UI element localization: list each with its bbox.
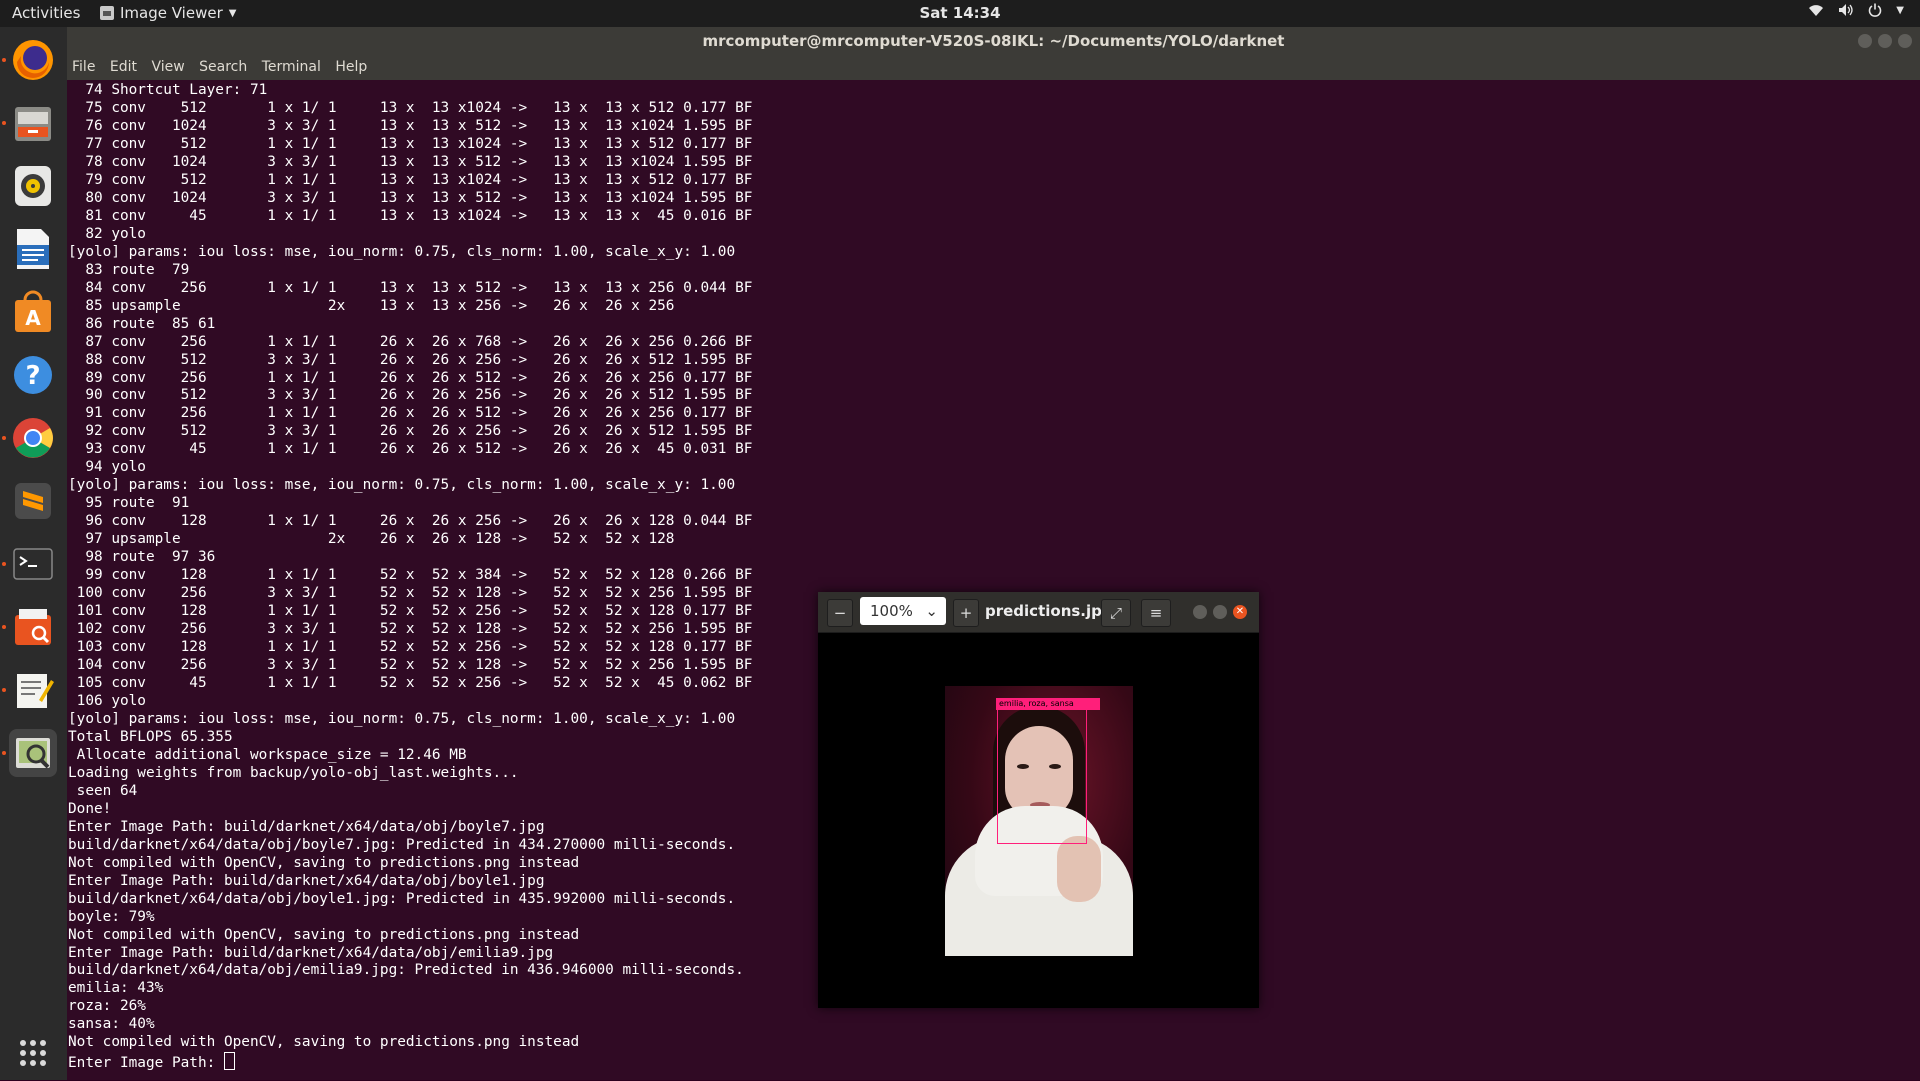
running-indicator	[2, 562, 6, 566]
zoom-out-button[interactable]: −	[827, 599, 853, 627]
menu-help[interactable]: Help	[335, 55, 367, 80]
svg-text:?: ?	[25, 361, 40, 391]
menu-search[interactable]: Search	[199, 55, 247, 80]
terminal-icon	[13, 548, 53, 580]
image-viewer-icon	[16, 738, 50, 769]
zoom-out-icon: −	[833, 604, 847, 622]
chevron-down-icon: ⌄	[925, 602, 938, 620]
maximize-button[interactable]	[1878, 34, 1892, 48]
zoom-level-select[interactable]: 100% ⌄	[860, 597, 946, 625]
close-button[interactable]: ✕	[1233, 605, 1247, 619]
text-cursor	[223, 1052, 235, 1071]
minimize-button[interactable]	[1193, 605, 1207, 619]
software-center-icon: A	[15, 290, 51, 332]
firefox-icon	[13, 40, 53, 80]
dock-item-software[interactable]: A	[9, 288, 57, 336]
fullscreen-icon: ⤢	[1109, 604, 1122, 622]
top-bar: Activities Image Viewer ▼ Sat 14:34 ▼	[0, 0, 1920, 27]
chrome-icon	[13, 418, 53, 458]
detection-bounding-box	[997, 708, 1087, 844]
sublime-icon	[15, 483, 51, 519]
system-tray[interactable]: ▼	[1808, 3, 1904, 17]
detection-label: emilia, roza, sansa	[996, 698, 1100, 710]
rhythmbox-icon	[15, 166, 51, 206]
terminal-title: mrcomputer@mrcomputer-V520S-08IKL: ~/Doc…	[702, 32, 1285, 50]
activities-button[interactable]: Activities	[12, 4, 80, 22]
volume-icon	[1839, 4, 1853, 16]
running-indicator	[2, 751, 6, 755]
help-icon: ?	[14, 356, 52, 394]
power-icon	[1869, 3, 1882, 17]
maximize-button[interactable]	[1213, 605, 1227, 619]
running-indicator	[2, 58, 6, 62]
window-controls	[1858, 34, 1912, 48]
document-viewer-icon	[15, 609, 51, 645]
running-indicator	[2, 121, 6, 125]
dock-item-firefox[interactable]	[9, 36, 57, 84]
terminal-log: 74 Shortcut Layer: 71 75 conv 512 1 x 1/…	[68, 82, 753, 1051]
chevron-down-icon: ▼	[228, 7, 237, 19]
image-viewer-headerbar[interactable]: − 100% ⌄ + predictions.jpg ⤢ ≡ ✕	[818, 592, 1259, 633]
fullscreen-button[interactable]: ⤢	[1101, 599, 1131, 627]
terminal-titlebar[interactable]: mrcomputer@mrcomputer-V520S-08IKL: ~/Doc…	[67, 27, 1920, 55]
files-icon	[15, 107, 51, 141]
menu-button[interactable]: ≡	[1141, 599, 1171, 627]
running-indicator	[2, 625, 6, 629]
dock-item-image-viewer[interactable]	[9, 729, 57, 777]
dock-item-help[interactable]: ?	[9, 351, 57, 399]
dock-item-chrome[interactable]	[9, 414, 57, 462]
svg-text:A: A	[25, 306, 41, 330]
text-editor-icon	[17, 674, 54, 708]
prediction-image[interactable]: emilia, roza, sansa	[945, 686, 1133, 956]
zoom-in-icon: +	[959, 604, 973, 622]
dock-item-sublime[interactable]	[9, 477, 57, 525]
running-indicator	[2, 436, 6, 440]
image-viewer-icon	[100, 6, 114, 20]
writer-icon	[17, 229, 49, 269]
wifi-icon	[1809, 5, 1824, 16]
minimize-button[interactable]	[1858, 34, 1872, 48]
menu-edit[interactable]: Edit	[110, 55, 137, 80]
dock: A ?	[0, 27, 67, 1080]
dock-item-text-editor[interactable]	[9, 666, 57, 714]
image-viewer-window: − 100% ⌄ + predictions.jpg ⤢ ≡ ✕ emilia,…	[818, 592, 1259, 1008]
menu-view[interactable]: View	[151, 55, 184, 80]
photo-hand	[1057, 836, 1101, 902]
clock[interactable]: Sat 14:34	[0, 4, 1920, 22]
terminal-menubar: File Edit View Search Terminal Help	[67, 55, 1920, 80]
show-applications-button[interactable]	[9, 1029, 57, 1077]
terminal-output: 74 Shortcut Layer: 71 75 conv 512 1 x 1/…	[68, 82, 752, 1073]
app-menu-label: Image Viewer	[120, 4, 223, 22]
grid-icon	[20, 1040, 46, 1066]
dock-item-rhythmbox[interactable]	[9, 162, 57, 210]
close-button[interactable]	[1898, 34, 1912, 48]
dock-item-terminal[interactable]	[9, 540, 57, 588]
terminal-prompt: Enter Image Path:	[68, 1055, 224, 1072]
zoom-level-value: 100%	[870, 602, 913, 620]
dock-item-files[interactable]	[9, 99, 57, 147]
dock-item-document-viewer[interactable]	[9, 603, 57, 651]
dock-item-writer[interactable]	[9, 225, 57, 273]
close-icon: ✕	[1235, 606, 1245, 617]
menu-terminal[interactable]: Terminal	[262, 55, 321, 80]
image-viewer-title: predictions.jpg	[985, 602, 1113, 620]
menu-file[interactable]: File	[72, 55, 95, 80]
zoom-in-button[interactable]: +	[953, 599, 979, 627]
hamburger-menu-icon: ≡	[1149, 604, 1163, 622]
chevron-down-icon: ▼	[1896, 4, 1904, 16]
app-menu[interactable]: Image Viewer ▼	[100, 4, 236, 22]
running-indicator	[2, 688, 6, 692]
